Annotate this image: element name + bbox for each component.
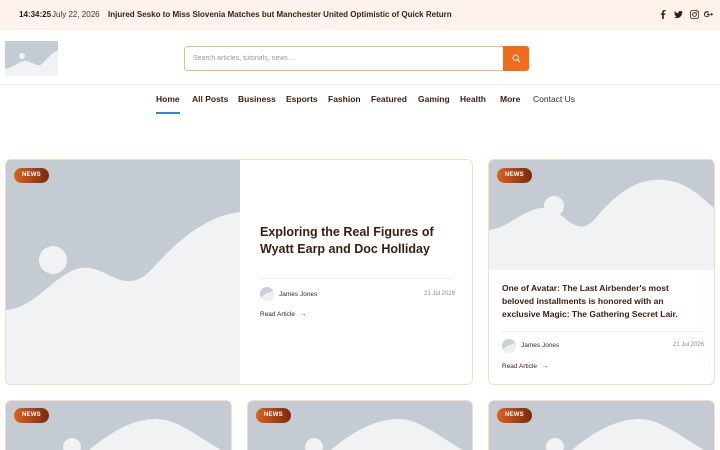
nav-item-featured[interactable]: Featured: [371, 94, 407, 104]
logo-placeholder-icon: [5, 41, 58, 76]
featured-post-image[interactable]: [6, 160, 240, 384]
featured-post-card[interactable]: NEWS Exploring the Real Figures of Wyatt…: [5, 159, 473, 385]
nav-item-fashion[interactable]: Fashion: [328, 94, 361, 104]
category-badge[interactable]: NEWS: [497, 168, 532, 183]
instagram-icon[interactable]: [688, 8, 700, 20]
main-nav: Home All Posts Business Esports Fashion …: [0, 94, 720, 116]
author-name[interactable]: James Jones: [521, 342, 559, 349]
twitter-icon[interactable]: [672, 8, 684, 20]
nav-item-business[interactable]: Business: [238, 94, 276, 104]
search-button[interactable]: [503, 46, 529, 71]
nav-item-esports[interactable]: Esports: [286, 94, 318, 104]
arrow-right-icon: →: [541, 363, 549, 370]
nav-item-all-posts[interactable]: All Posts: [192, 94, 228, 104]
site-logo[interactable]: [5, 41, 58, 76]
facebook-icon[interactable]: [657, 8, 669, 20]
side-post-title[interactable]: One of Avatar: The Last Airbender's most…: [502, 282, 702, 321]
search-bar: [184, 46, 529, 71]
search-icon: [512, 54, 520, 63]
category-badge[interactable]: NEWS: [14, 408, 49, 423]
search-input[interactable]: [193, 47, 503, 70]
read-article-link[interactable]: Read Article →: [502, 363, 548, 370]
read-article-label: Read Article: [260, 311, 296, 318]
google-plus-icon[interactable]: [702, 8, 714, 20]
category-badge[interactable]: NEWS: [497, 408, 532, 423]
current-date: July 22, 2026: [52, 10, 100, 19]
news-ticker[interactable]: Injured Sesko to Miss Slovenia Matches b…: [108, 10, 452, 19]
post-card[interactable]: NEWS: [247, 400, 473, 450]
author-name[interactable]: James Jones: [279, 291, 317, 298]
header-divider: [0, 84, 720, 85]
post-divider: [260, 278, 453, 279]
category-badge[interactable]: NEWS: [14, 168, 49, 183]
clock: 14:34:25: [19, 10, 52, 19]
read-article-label: Read Article: [502, 363, 538, 370]
arrow-right-icon: →: [299, 311, 307, 318]
nav-item-more[interactable]: More: [500, 94, 520, 104]
read-article-link[interactable]: Read Article →: [260, 311, 306, 318]
image-placeholder-icon: [6, 160, 240, 384]
post-divider: [502, 331, 702, 332]
nav-item-contact-us[interactable]: Contact Us: [533, 94, 575, 104]
post-card[interactable]: NEWS: [488, 400, 715, 450]
post-date: 21 Jul 2026: [424, 291, 456, 297]
top-bar: 14:34:25 July 22, 2026 Injured Sesko to …: [0, 0, 720, 30]
post-card[interactable]: NEWS: [5, 400, 232, 450]
nav-item-home[interactable]: Home: [156, 94, 180, 114]
post-date: 21 Jul 2026: [673, 342, 705, 348]
side-post-card[interactable]: NEWS One of Avatar: The Last Airbender's…: [488, 159, 715, 385]
author-avatar: [260, 287, 274, 301]
featured-post-title[interactable]: Exploring the Real Figures of Wyatt Earp…: [260, 224, 460, 258]
nav-item-gaming[interactable]: Gaming: [418, 94, 450, 104]
author-avatar: [502, 339, 516, 353]
nav-item-health[interactable]: Health: [460, 94, 486, 104]
category-badge[interactable]: NEWS: [256, 408, 291, 423]
